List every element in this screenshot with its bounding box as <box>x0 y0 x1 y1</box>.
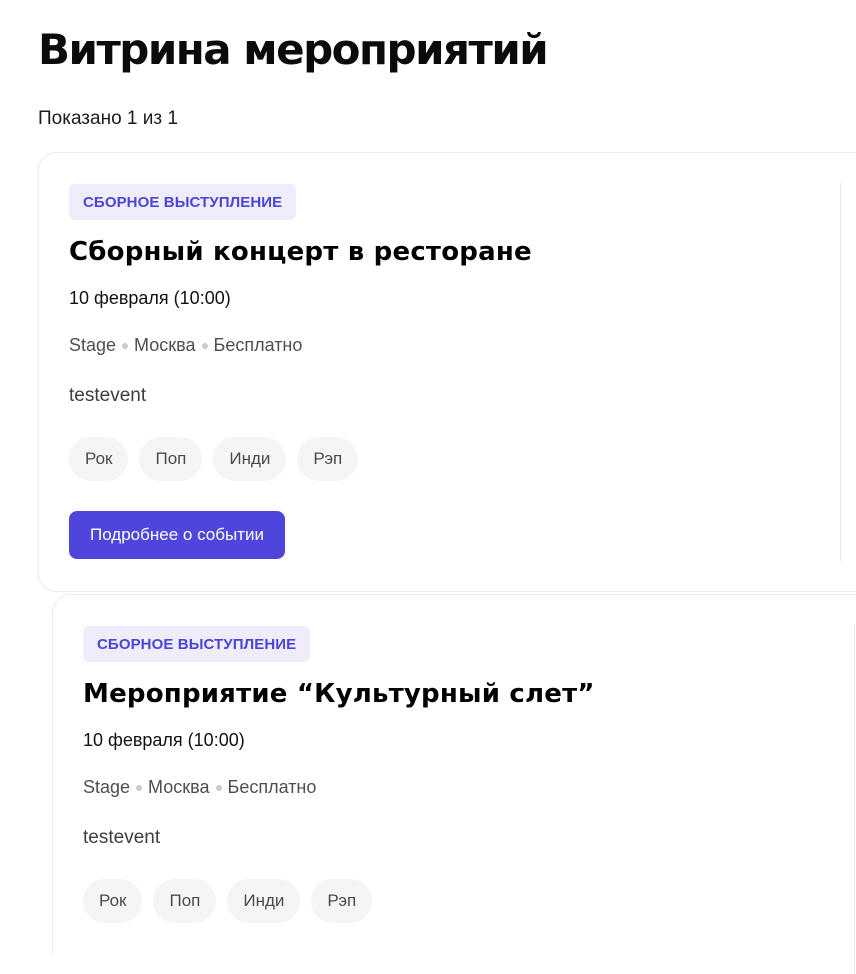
event-title: Сборный концерт в ресторане <box>69 237 532 267</box>
category-badge: СБОРНОЕ ВЫСТУПЛЕНИЕ <box>69 184 297 220</box>
separator-dot <box>136 784 143 791</box>
page-title: Витрина мероприятий <box>38 25 549 74</box>
genre-tags: Рок Поп Инди Рэп <box>69 437 359 481</box>
genre-tag[interactable]: Рэп <box>311 879 373 923</box>
card-divider <box>854 625 855 974</box>
event-city: Москва <box>148 777 210 797</box>
event-card[interactable]: СБОРНОЕ ВЫСТУПЛЕНИЕ Сборный концерт в ре… <box>38 152 856 592</box>
event-description: testevent <box>69 385 147 406</box>
event-details-button[interactable]: Подробнее о событии <box>69 511 285 559</box>
event-price: Бесплатно <box>213 335 303 355</box>
event-meta: Stage Москва Бесплатно <box>69 335 302 356</box>
event-title: Мероприятие “Культурный слет” <box>83 679 595 709</box>
event-date: 10 февраля (10:00) <box>69 288 231 308</box>
card-divider <box>840 183 841 561</box>
separator-dot <box>122 342 129 349</box>
genre-tag[interactable]: Инди <box>213 437 287 481</box>
genre-tag[interactable]: Поп <box>153 879 217 923</box>
genre-tag[interactable]: Рок <box>83 879 143 923</box>
genre-tag[interactable]: Поп <box>139 437 203 481</box>
event-price: Бесплатно <box>227 777 317 797</box>
genre-tag[interactable]: Инди <box>227 879 301 923</box>
event-meta: Stage Москва Бесплатно <box>83 777 316 798</box>
event-description: testevent <box>83 827 161 848</box>
genre-tag[interactable]: Рок <box>69 437 129 481</box>
separator-dot <box>201 342 208 349</box>
event-city: Москва <box>134 335 196 355</box>
event-card[interactable]: СБОРНОЕ ВЫСТУПЛЕНИЕ Мероприятие “Культур… <box>52 594 856 974</box>
results-count: Показано 1 из 1 <box>38 108 178 129</box>
genre-tag[interactable]: Рэп <box>297 437 359 481</box>
separator-dot <box>215 784 222 791</box>
event-venue: Stage <box>69 335 117 355</box>
category-badge: СБОРНОЕ ВЫСТУПЛЕНИЕ <box>83 626 311 662</box>
genre-tags: Рок Поп Инди Рэп <box>83 879 373 923</box>
event-date: 10 февраля (10:00) <box>83 730 245 750</box>
event-venue: Stage <box>83 777 131 797</box>
